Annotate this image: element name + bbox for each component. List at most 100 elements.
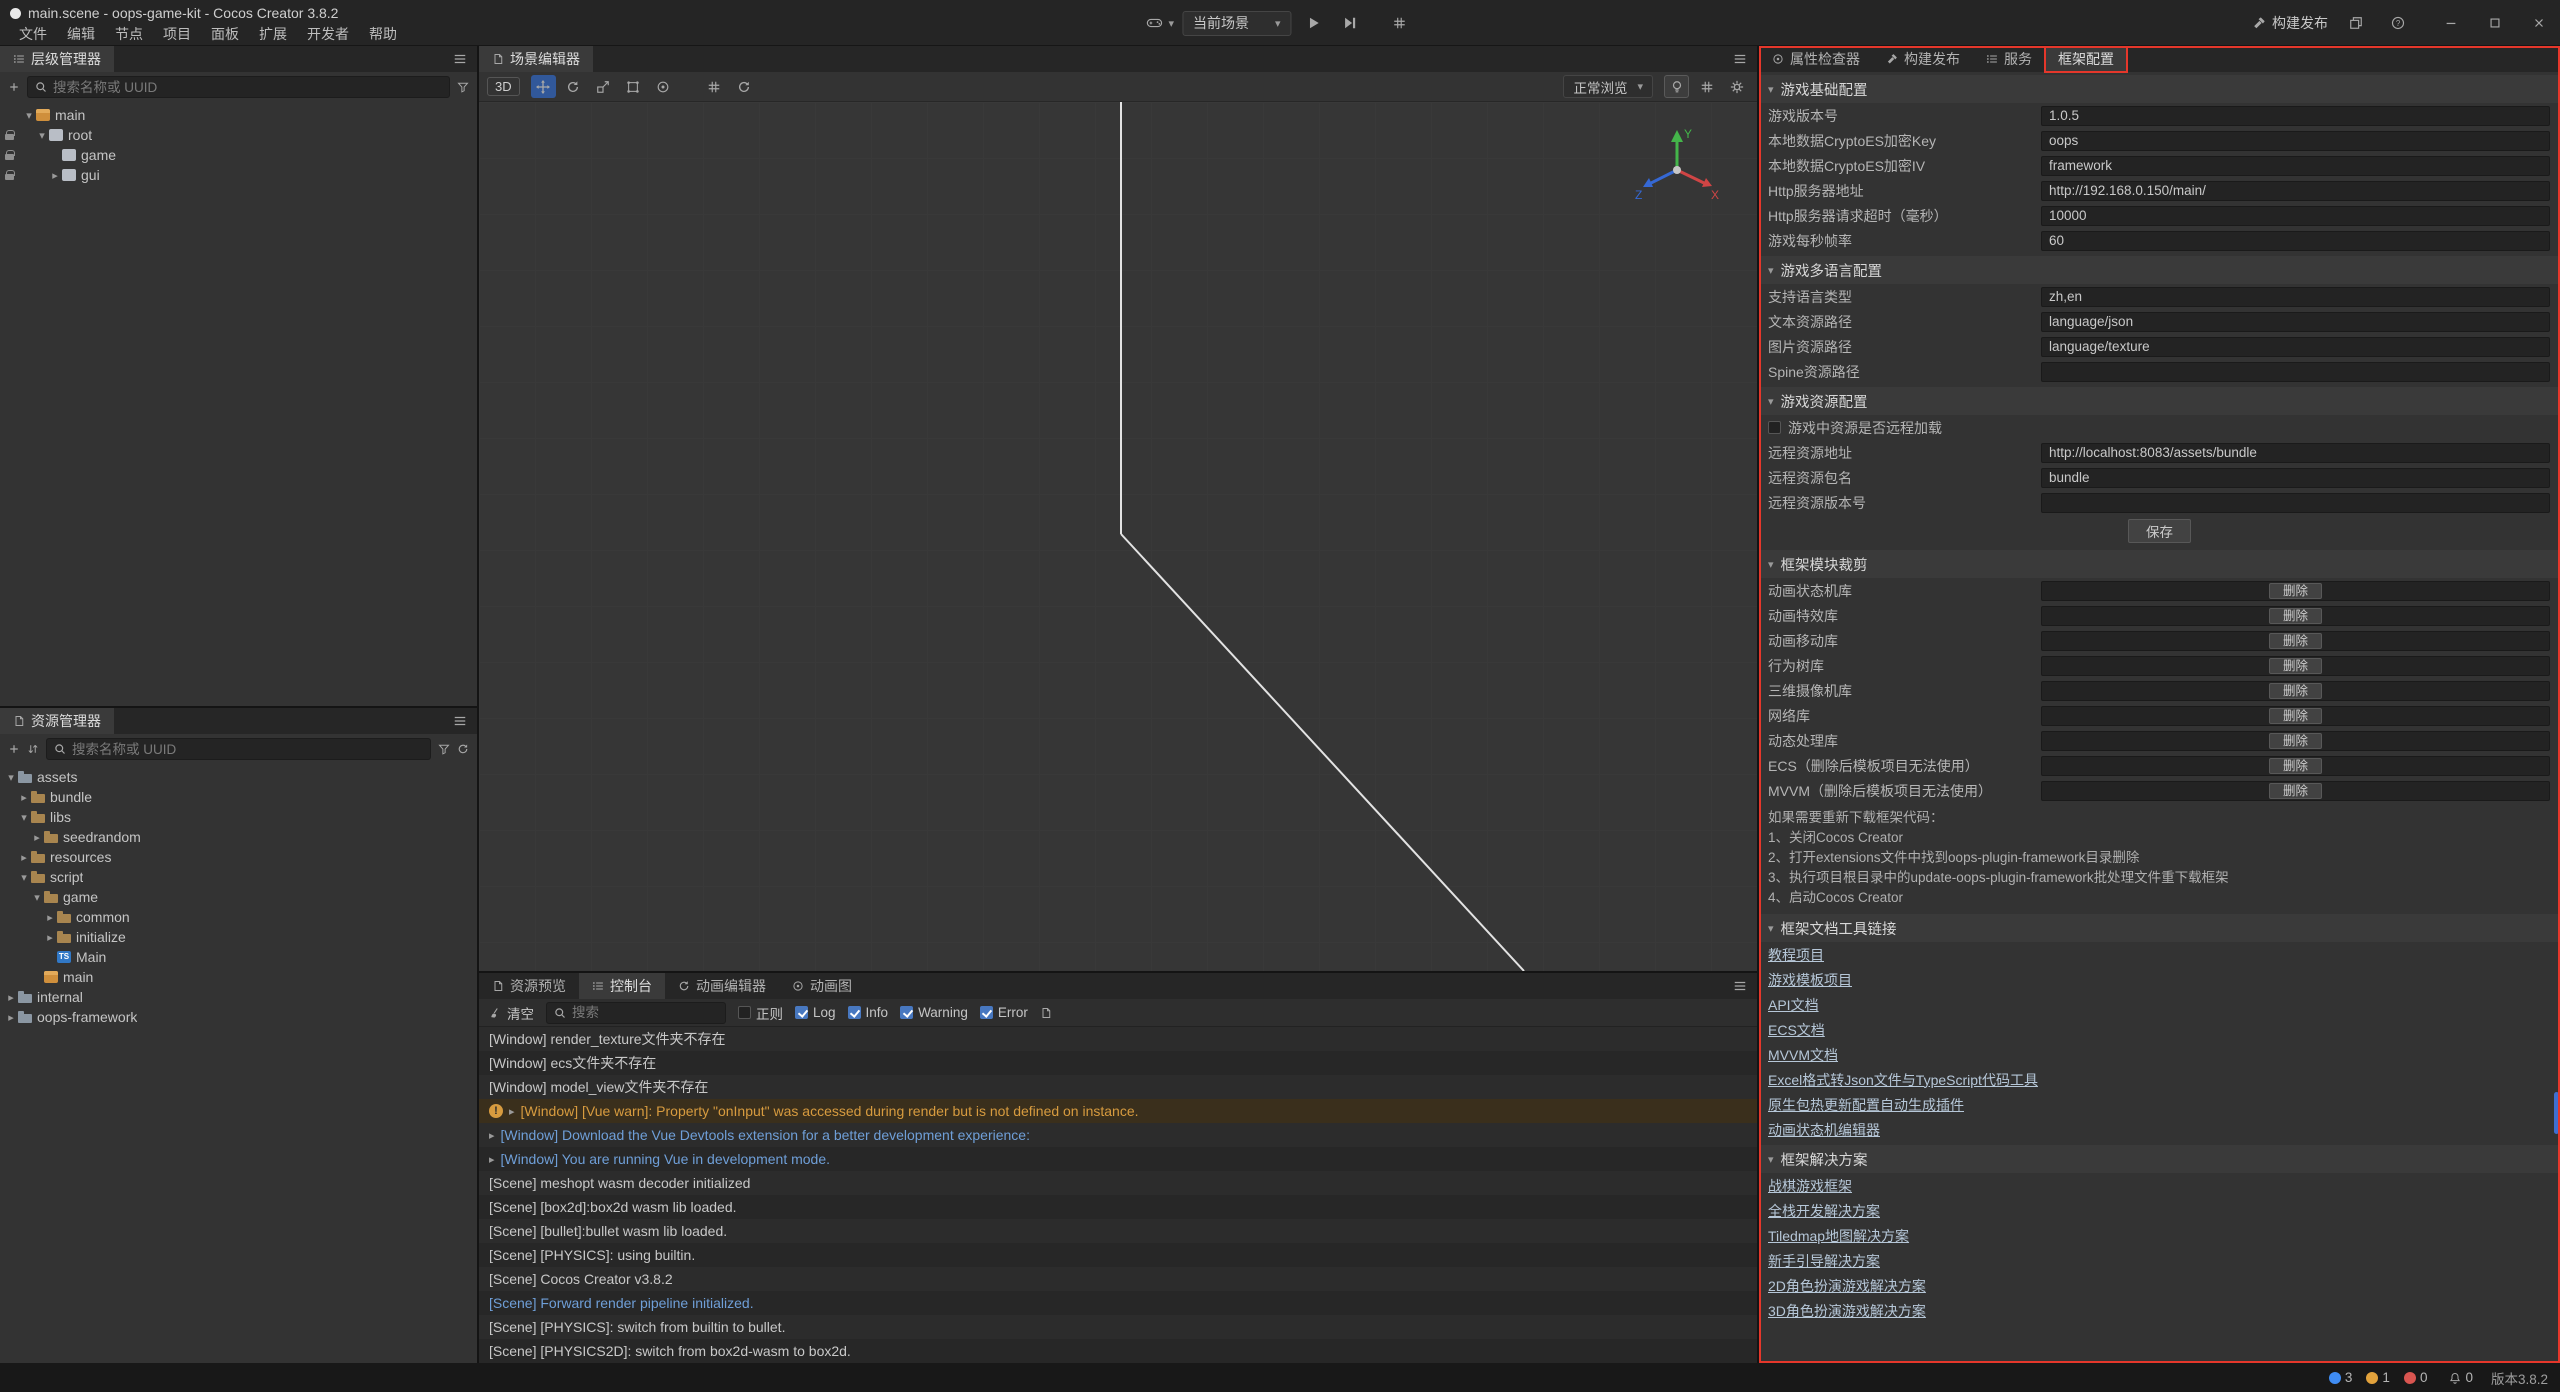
notice-count-badge[interactable]: 0	[2449, 1370, 2473, 1385]
tree-arrow-icon[interactable]: ▾	[4, 771, 18, 784]
log-row[interactable]: ! ▸ [Scene] [PHYSICS]: switch from built…	[479, 1315, 1757, 1339]
log-row[interactable]: ! ▸ [Scene] Cocos Creator v3.8.2	[479, 1267, 1757, 1291]
save-button[interactable]: 保存	[2128, 519, 2191, 543]
preview-scene-select[interactable]: 当前场景 ▾	[1182, 11, 1292, 36]
log-row[interactable]: ! ▸ [Scene] [bullet]:bullet wasm lib loa…	[479, 1219, 1757, 1243]
sort-icon[interactable]	[27, 743, 39, 755]
asset-row[interactable]: Main	[0, 947, 477, 967]
property-input[interactable]: 60	[2041, 231, 2550, 251]
filter-icon[interactable]	[457, 81, 469, 93]
tree-arrow-icon[interactable]: ▾	[35, 129, 49, 142]
doc-link[interactable]: 动画状态机编辑器	[1768, 1120, 1880, 1140]
module-delete-button[interactable]: 删除	[2269, 583, 2322, 599]
log-row[interactable]: ! ▸ [Window] render_texture文件夹不存在	[479, 1027, 1757, 1051]
scale-tool-button[interactable]	[591, 75, 616, 98]
minimize-button[interactable]	[2436, 8, 2466, 38]
info-count-badge[interactable]: 3	[2329, 1370, 2353, 1385]
tab-assets[interactable]: 资源管理器	[0, 708, 114, 734]
doc-link[interactable]: ECS文档	[1768, 1020, 1825, 1040]
section-language-config[interactable]: ▾ 游戏多语言配置	[1759, 256, 2560, 284]
log-row[interactable]: ! ▸ [Scene] [PHYSICS]: using builtin.	[479, 1243, 1757, 1267]
snap-grid-button[interactable]	[702, 75, 727, 98]
panel-menu-icon[interactable]	[1733, 979, 1747, 993]
property-input[interactable]: http://localhost:8083/assets/bundle	[2041, 443, 2550, 463]
log-row[interactable]: ! ▸ [Window] Download the Vue Devtools e…	[479, 1123, 1757, 1147]
snap-rotate-button[interactable]	[732, 75, 757, 98]
property-input[interactable]: framework	[2041, 156, 2550, 176]
menu-item[interactable]: 节点	[106, 22, 152, 46]
log-row[interactable]: ! ▸ [Window] ecs文件夹不存在	[479, 1051, 1757, 1075]
console-searchbox[interactable]	[546, 1002, 726, 1024]
hierarchy-node-row[interactable]: ▾ main	[0, 105, 477, 125]
tab-hierarchy[interactable]: 层级管理器	[0, 46, 114, 72]
add-asset-icon[interactable]	[8, 743, 20, 755]
tree-arrow-icon[interactable]: ▸	[4, 991, 18, 1004]
assets-searchbox[interactable]	[46, 738, 431, 760]
asset-row[interactable]: ▸ internal	[0, 987, 477, 1007]
tab-build-publish[interactable]: 构建发布	[1873, 46, 1973, 72]
asset-row[interactable]: ▾ libs	[0, 807, 477, 827]
tasks-button[interactable]	[2342, 10, 2370, 36]
log-filter-checkbox[interactable]: Warning	[900, 1005, 968, 1020]
tree-arrow-icon[interactable]: ▸	[17, 791, 31, 804]
doc-link[interactable]: MVVM文档	[1768, 1045, 1838, 1065]
expand-arrow-icon[interactable]: ▸	[489, 1129, 495, 1142]
module-delete-button[interactable]: 删除	[2269, 783, 2322, 799]
menu-item[interactable]: 帮助	[360, 22, 406, 46]
asset-row[interactable]: ▸ oops-framework	[0, 1007, 477, 1027]
dimension-toggle-button[interactable]: 3D	[487, 77, 520, 96]
build-publish-button[interactable]: 构建发布	[2252, 13, 2328, 33]
scrollbar-thumb[interactable]	[2554, 1092, 2559, 1134]
section-doc-links[interactable]: ▾ 框架文档工具链接	[1759, 914, 2560, 942]
gizmo-pivot-button[interactable]	[651, 75, 676, 98]
doc-link[interactable]: 原生包热更新配置自动生成插件	[1768, 1095, 1964, 1115]
rect-tool-button[interactable]	[621, 75, 646, 98]
doc-link[interactable]: 游戏模板项目	[1768, 970, 1852, 990]
scene-grid-toggle[interactable]	[1694, 75, 1719, 98]
hierarchy-node-row[interactable]: ▸ gui	[0, 165, 477, 185]
console-search-input[interactable]	[572, 1005, 718, 1020]
menu-item[interactable]: 编辑	[58, 22, 104, 46]
lock-icon[interactable]	[5, 134, 14, 140]
section-basic-config[interactable]: ▾ 游戏基础配置	[1759, 75, 2560, 103]
module-delete-button[interactable]: 删除	[2269, 758, 2322, 774]
property-input[interactable]	[2041, 493, 2550, 513]
tab-service[interactable]: 服务	[1973, 46, 2045, 72]
property-input[interactable]: language/texture	[2041, 337, 2550, 357]
filter-icon[interactable]	[438, 743, 450, 755]
tree-arrow-icon[interactable]: ▸	[43, 911, 57, 924]
scene-light-toggle[interactable]	[1664, 75, 1689, 98]
refresh-icon[interactable]	[457, 743, 469, 755]
lock-icon[interactable]	[5, 174, 14, 180]
hierarchy-node-row[interactable]: ▾ root	[0, 125, 477, 145]
module-delete-button[interactable]: 删除	[2269, 708, 2322, 724]
close-button[interactable]	[2524, 8, 2554, 38]
scene-viewport[interactable]: Y X Z	[479, 102, 1757, 971]
solution-link[interactable]: 新手引导解决方案	[1768, 1251, 1880, 1271]
asset-row[interactable]: ▾ script	[0, 867, 477, 887]
property-input[interactable]: language/json	[2041, 312, 2550, 332]
panel-menu-icon[interactable]	[453, 52, 467, 66]
log-row[interactable]: ! ▸ [Window] [Vue warn]: Property "onInp…	[479, 1099, 1757, 1123]
asset-row[interactable]: ▾ assets	[0, 767, 477, 787]
tab-framework-config[interactable]: 框架配置	[2045, 46, 2127, 72]
expand-arrow-icon[interactable]: ▸	[489, 1153, 495, 1166]
tree-arrow-icon[interactable]: ▾	[22, 109, 36, 122]
log-row[interactable]: ! ▸ [Window] model_view文件夹不存在	[479, 1075, 1757, 1099]
log-row[interactable]: ! ▸ [Scene] Forward render pipeline init…	[479, 1291, 1757, 1315]
hierarchy-searchbox[interactable]	[27, 76, 450, 98]
solution-link[interactable]: Tiledmap地图解决方案	[1768, 1226, 1909, 1246]
asset-row[interactable]: ▸ bundle	[0, 787, 477, 807]
hierarchy-search-input[interactable]	[53, 80, 442, 95]
log-filter-checkbox[interactable]: Log	[795, 1005, 836, 1020]
warning-count-badge[interactable]: 1	[2366, 1370, 2390, 1385]
doc-link[interactable]: API文档	[1768, 995, 1819, 1015]
tree-arrow-icon[interactable]: ▾	[17, 811, 31, 824]
help-button[interactable]	[2384, 10, 2412, 36]
panel-menu-icon[interactable]	[453, 714, 467, 728]
solution-link[interactable]: 2D角色扮演游戏解决方案	[1768, 1276, 1926, 1296]
assets-search-input[interactable]	[72, 742, 423, 757]
add-node-icon[interactable]	[8, 81, 20, 93]
play-button[interactable]	[1300, 10, 1328, 36]
asset-row[interactable]: ▸ resources	[0, 847, 477, 867]
